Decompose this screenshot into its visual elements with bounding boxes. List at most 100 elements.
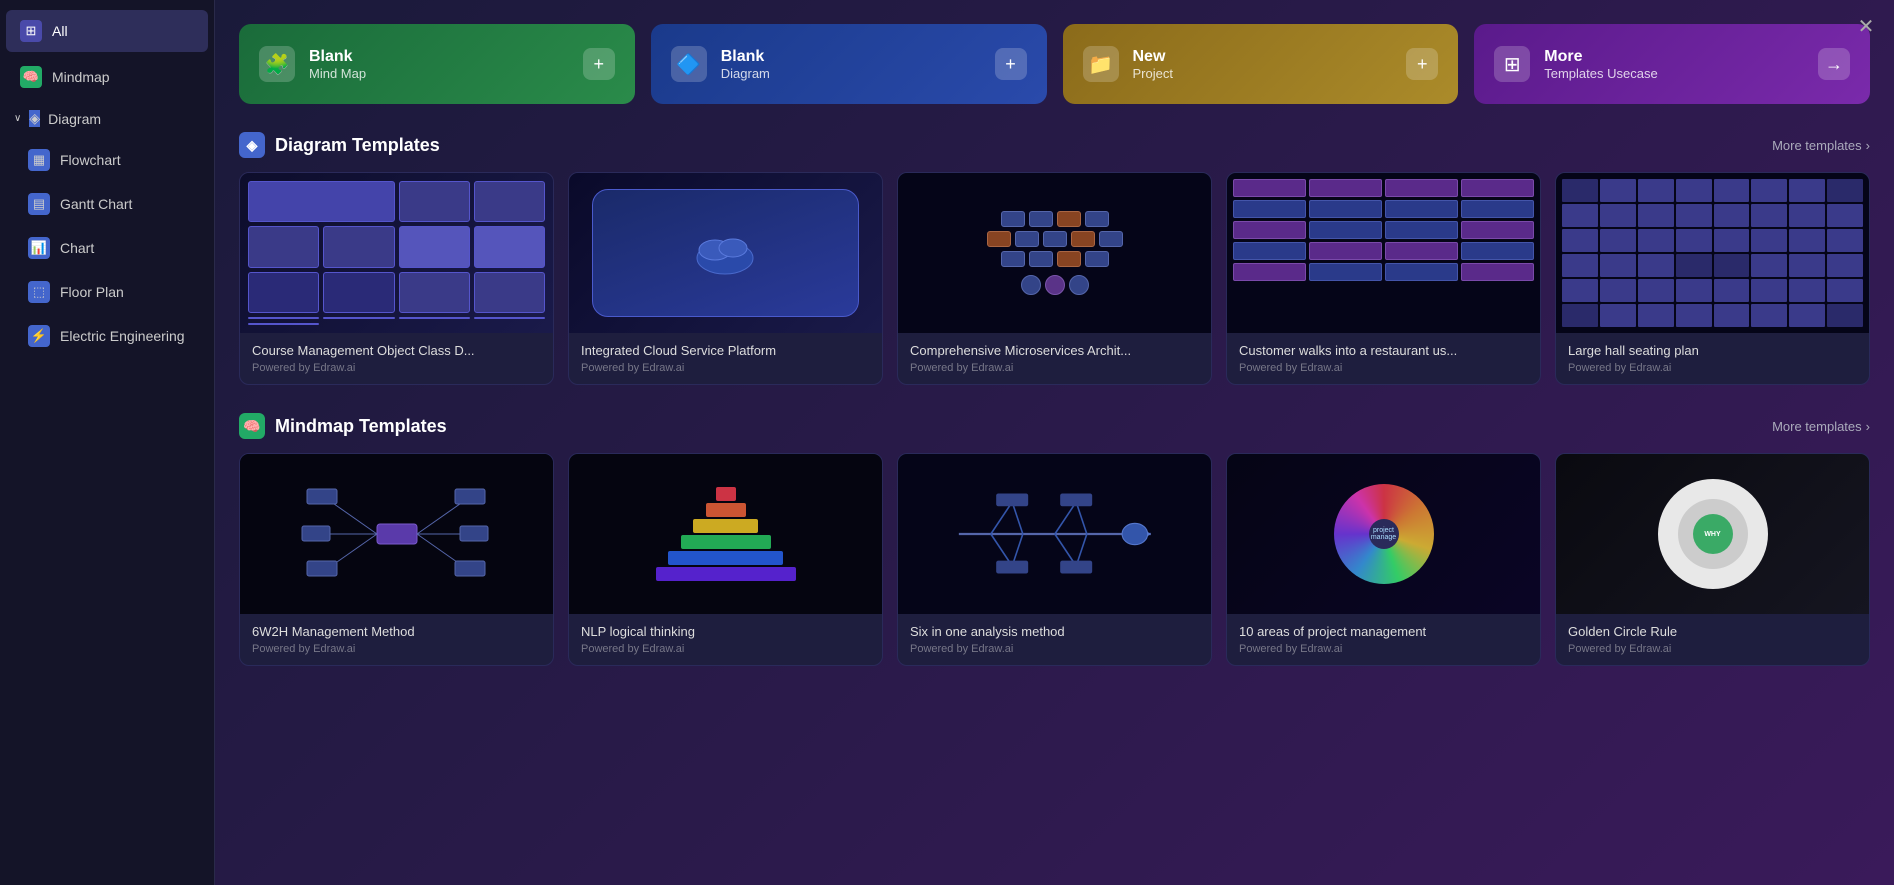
template-name-nlp: NLP logical thinking <box>581 624 870 639</box>
template-name-wheel: 10 areas of project management <box>1239 624 1528 639</box>
diagram-more-label: More templates <box>1772 138 1862 153</box>
new-project-card[interactable]: 📁 New Project + <box>1063 24 1459 104</box>
template-name-seating: Large hall seating plan <box>1568 343 1857 358</box>
chevron-right-icon: › <box>1866 138 1870 153</box>
template-powered-nlp: Powered by Edraw.ai <box>581 643 870 655</box>
quick-cards: 🧩 Blank Mind Map + 🔷 Blank Diagram + 📁 <box>239 24 1870 104</box>
more-templates-icon: ⊞ <box>1494 46 1530 82</box>
more-templates-title: More <box>1544 48 1657 66</box>
chevron-right-icon-2: › <box>1866 419 1870 434</box>
template-info-golden: Golden Circle Rule Powered by Edraw.ai <box>1556 614 1869 665</box>
flowchart-icon: ▦ <box>28 149 50 171</box>
sidebar-item-chart[interactable]: 📊 Chart <box>14 227 208 269</box>
template-powered-6w2h: Powered by Edraw.ai <box>252 643 541 655</box>
mindmap-section-icon: 🧠 <box>239 413 265 439</box>
new-project-subtitle: Project <box>1133 66 1173 81</box>
sidebar-group-diagram[interactable]: ∨ ◈ Diagram <box>0 100 214 137</box>
close-button[interactable]: ✕ <box>1852 12 1880 40</box>
diagram-icon: ◈ <box>29 110 40 127</box>
template-name-golden: Golden Circle Rule <box>1568 624 1857 639</box>
sidebar-item-gantt-label: Gantt Chart <box>60 196 132 212</box>
sidebar-item-chart-label: Chart <box>60 240 94 256</box>
diagram-more-templates[interactable]: More templates › <box>1772 138 1870 153</box>
template-thumb-customer <box>1227 173 1540 333</box>
template-thumb-nlp <box>569 454 882 614</box>
template-card-course-mgmt[interactable]: Course Management Object Class D... Powe… <box>239 172 554 385</box>
grid-icon: ⊞ <box>20 20 42 42</box>
template-powered-golden: Powered by Edraw.ai <box>1568 643 1857 655</box>
mindmap-icon: 🧠 <box>20 66 42 88</box>
template-info-nlp: NLP logical thinking Powered by Edraw.ai <box>569 614 882 665</box>
mindmap-more-templates[interactable]: More templates › <box>1772 419 1870 434</box>
blank-diagram-card[interactable]: 🔷 Blank Diagram + <box>651 24 1047 104</box>
template-thumb-6w2h <box>240 454 553 614</box>
template-card-cloud[interactable]: Integrated Cloud Service Platform Powere… <box>568 172 883 385</box>
sidebar-item-mindmap[interactable]: 🧠 Mindmap <box>6 56 208 98</box>
template-info-6w2h: 6W2H Management Method Powered by Edraw.… <box>240 614 553 665</box>
blank-mindmap-subtitle: Mind Map <box>309 66 366 81</box>
mindmap-section-header: 🧠 Mindmap Templates More templates › <box>239 413 1870 439</box>
sidebar-item-gantt[interactable]: ▤ Gantt Chart <box>14 183 208 225</box>
template-card-seating[interactable]: Large hall seating plan Powered by Edraw… <box>1555 172 1870 385</box>
sidebar-item-electric[interactable]: ⚡ Electric Engineering <box>14 315 208 357</box>
template-thumb-course <box>240 173 553 333</box>
blank-mindmap-card[interactable]: 🧩 Blank Mind Map + <box>239 24 635 104</box>
template-name-course: Course Management Object Class D... <box>252 343 541 358</box>
template-thumb-seating <box>1556 173 1869 333</box>
close-icon: ✕ <box>1858 14 1875 39</box>
more-templates-subtitle: Templates Usecase <box>1544 66 1657 81</box>
template-powered-seating: Powered by Edraw.ai <box>1568 362 1857 374</box>
sidebar-item-flowchart[interactable]: ▦ Flowchart <box>14 139 208 181</box>
template-thumb-cloud <box>569 173 882 333</box>
blank-mindmap-title: Blank <box>309 48 366 66</box>
blank-diagram-subtitle: Diagram <box>721 66 770 81</box>
template-powered-customer: Powered by Edraw.ai <box>1239 362 1528 374</box>
gantt-icon: ▤ <box>28 193 50 215</box>
template-card-golden[interactable]: WHY Golden Circle Rule Powered by Edraw.… <box>1555 453 1870 666</box>
more-templates-usecase-card[interactable]: ⊞ More Templates Usecase → <box>1474 24 1870 104</box>
template-info-wheel: 10 areas of project management Powered b… <box>1227 614 1540 665</box>
template-name-6w2h: 6W2H Management Method <box>252 624 541 639</box>
diagram-section-icon: ◈ <box>239 132 265 158</box>
template-card-micro[interactable]: Comprehensive Microservices Archit... Po… <box>897 172 1212 385</box>
sidebar-group-diagram-label: Diagram <box>48 111 101 127</box>
floor-icon: ⬚ <box>28 281 50 303</box>
diagram-section-title: Diagram Templates <box>275 135 440 156</box>
template-powered-wheel: Powered by Edraw.ai <box>1239 643 1528 655</box>
main-content: ✕ 🧩 Blank Mind Map + 🔷 Blank Diagram + <box>215 0 1894 885</box>
template-card-six[interactable]: Six in one analysis method Powered by Ed… <box>897 453 1212 666</box>
blank-diagram-add-icon[interactable]: + <box>995 48 1027 80</box>
blank-diagram-title: Blank <box>721 48 770 66</box>
template-thumb-six <box>898 454 1211 614</box>
new-project-add-icon[interactable]: + <box>1406 48 1438 80</box>
blank-diagram-icon: 🔷 <box>671 46 707 82</box>
template-name-cloud: Integrated Cloud Service Platform <box>581 343 870 358</box>
template-powered-cloud: Powered by Edraw.ai <box>581 362 870 374</box>
template-info-cloud: Integrated Cloud Service Platform Powere… <box>569 333 882 384</box>
sidebar-item-all[interactable]: ⊞ All <box>6 10 208 52</box>
sidebar-sub-items: ▦ Flowchart ▤ Gantt Chart 📊 Chart ⬚ Floo… <box>0 137 214 359</box>
template-powered-six: Powered by Edraw.ai <box>910 643 1199 655</box>
template-name-micro: Comprehensive Microservices Archit... <box>910 343 1199 358</box>
template-name-customer: Customer walks into a restaurant us... <box>1239 343 1528 358</box>
sidebar-item-floor[interactable]: ⬚ Floor Plan <box>14 271 208 313</box>
template-card-6w2h[interactable]: 6W2H Management Method Powered by Edraw.… <box>239 453 554 666</box>
more-templates-arrow-icon[interactable]: → <box>1818 48 1850 80</box>
sidebar-item-flowchart-label: Flowchart <box>60 152 121 168</box>
chart-icon: 📊 <box>28 237 50 259</box>
sidebar: ⊞ All 🧠 Mindmap ∨ ◈ Diagram ▦ Flowchart … <box>0 0 215 885</box>
template-name-six: Six in one analysis method <box>910 624 1199 639</box>
template-info-six: Six in one analysis method Powered by Ed… <box>898 614 1211 665</box>
sidebar-item-floor-label: Floor Plan <box>60 284 124 300</box>
template-thumb-wheel: project manage <box>1227 454 1540 614</box>
template-powered-course: Powered by Edraw.ai <box>252 362 541 374</box>
template-card-nlp[interactable]: NLP logical thinking Powered by Edraw.ai <box>568 453 883 666</box>
template-info-customer: Customer walks into a restaurant us... P… <box>1227 333 1540 384</box>
blank-mindmap-add-icon[interactable]: + <box>583 48 615 80</box>
template-powered-micro: Powered by Edraw.ai <box>910 362 1199 374</box>
blank-mindmap-icon: 🧩 <box>259 46 295 82</box>
mindmap-template-grid: 6W2H Management Method Powered by Edraw.… <box>239 453 1870 666</box>
template-card-customer[interactable]: Customer walks into a restaurant us... P… <box>1226 172 1541 385</box>
chevron-down-icon: ∨ <box>14 113 21 124</box>
template-card-wheel[interactable]: project manage 10 areas of project manag… <box>1226 453 1541 666</box>
